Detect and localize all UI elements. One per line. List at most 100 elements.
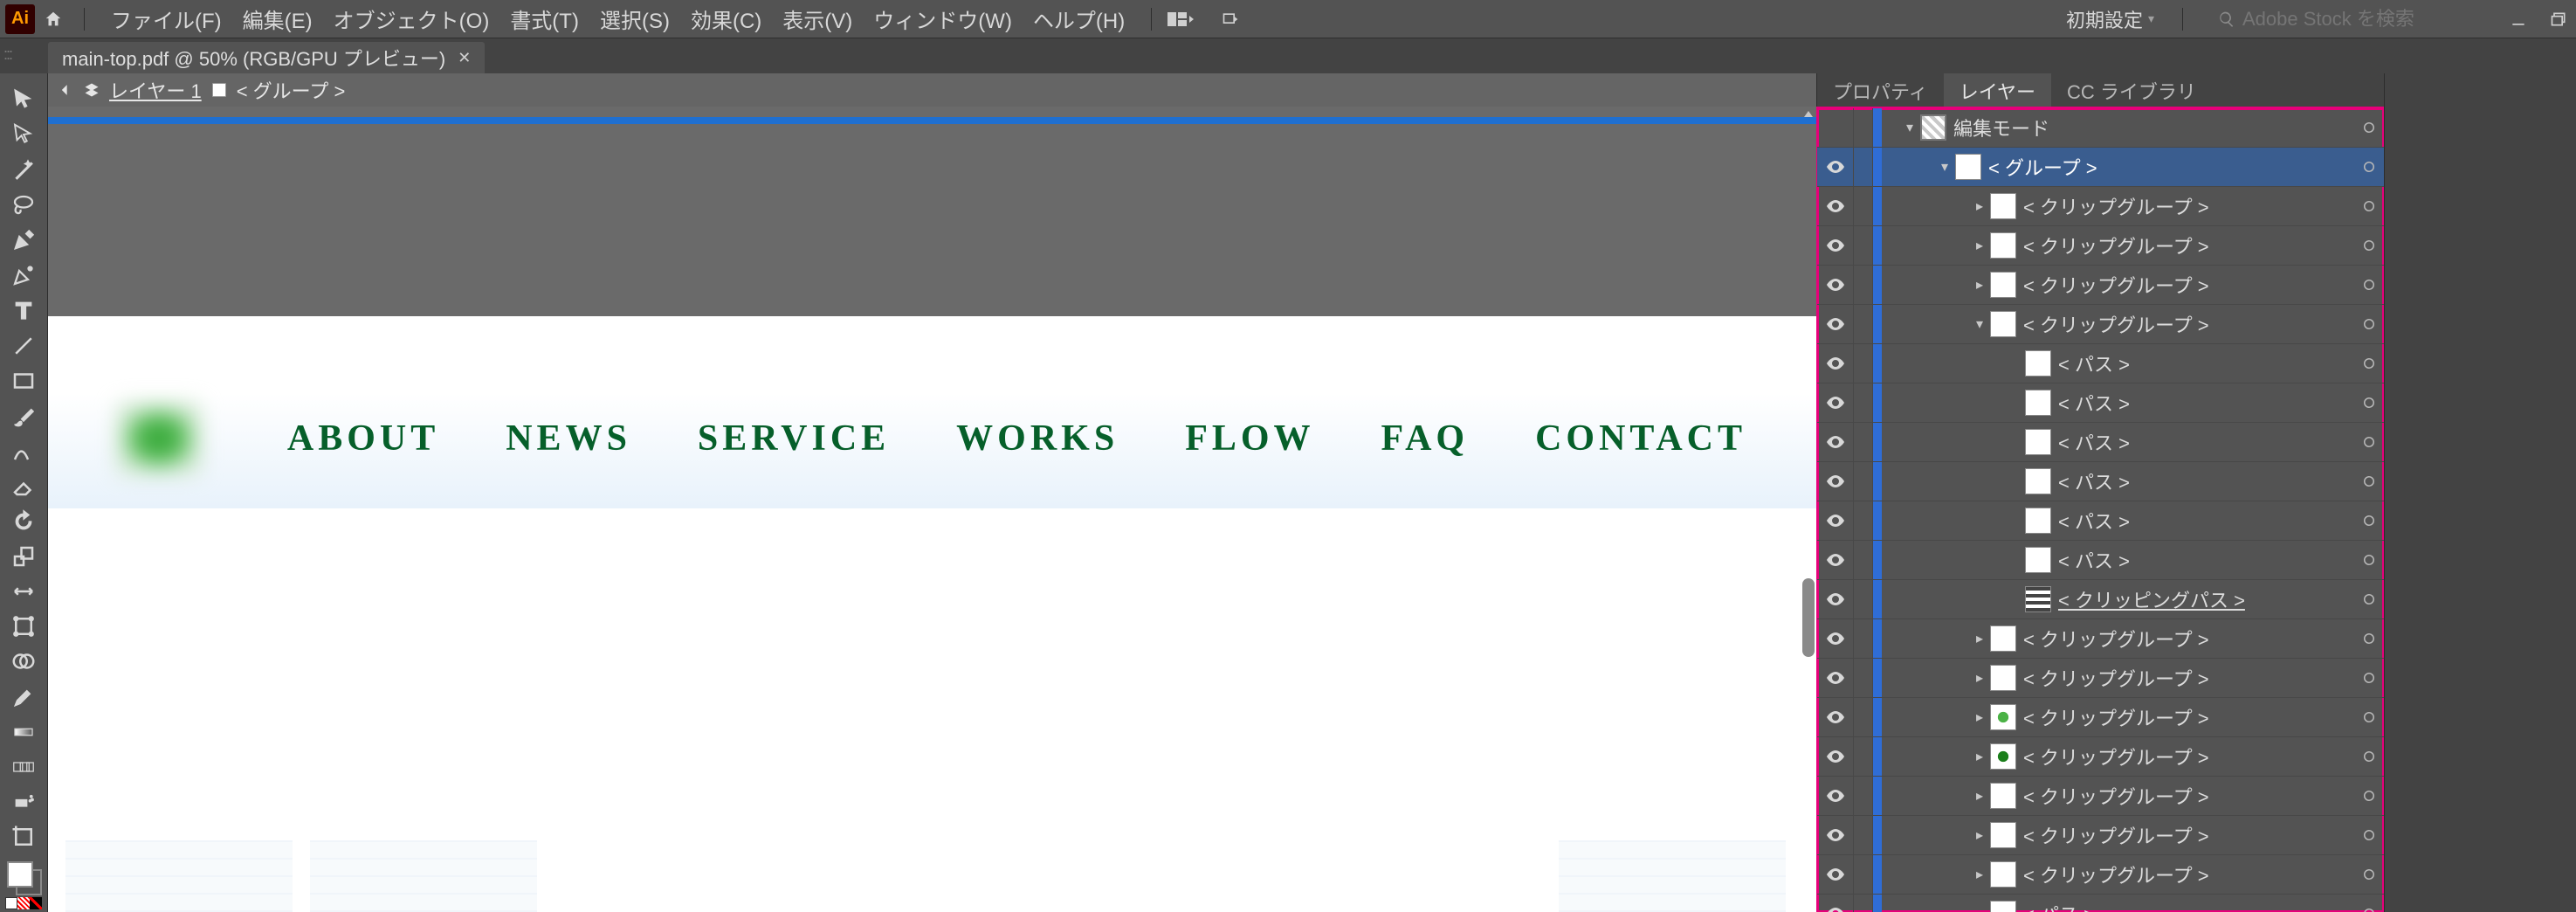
lock-toggle[interactable] — [1854, 501, 1873, 541]
target-icon[interactable] — [2354, 344, 2384, 383]
disclosure-triangle[interactable]: ▸ — [1969, 866, 1990, 883]
disclosure-triangle[interactable]: ▾ — [1934, 158, 1955, 176]
visibility-toggle[interactable] — [1817, 501, 1854, 541]
disclosure-triangle[interactable]: ▸ — [1969, 826, 1990, 844]
stock-search[interactable] — [2211, 4, 2490, 34]
visibility-toggle[interactable] — [1817, 777, 1854, 816]
layer-name[interactable]: < クリップグループ > — [2023, 782, 2354, 810]
layer-row[interactable]: < パス > — [1817, 383, 2384, 423]
layer-row[interactable]: ▸< クリップグループ > — [1817, 619, 2384, 659]
layer-name[interactable]: < グループ > — [1988, 153, 2354, 181]
layer-row[interactable]: < クリッピングパス > — [1817, 580, 2384, 619]
layer-thumbnail[interactable] — [2025, 508, 2051, 534]
layer-row[interactable]: < パス > — [1817, 344, 2384, 383]
visibility-toggle[interactable] — [1817, 895, 1854, 912]
line-segment-tool[interactable] — [3, 328, 45, 363]
target-icon[interactable] — [2354, 580, 2384, 619]
disclosure-triangle[interactable]: ▸ — [1969, 197, 1990, 215]
app-logo[interactable]: Ai — [5, 4, 35, 34]
target-icon[interactable] — [2354, 619, 2384, 659]
target-icon[interactable] — [2354, 659, 2384, 698]
rectangle-tool[interactable] — [3, 363, 45, 398]
layer-thumbnail[interactable] — [1990, 272, 2016, 298]
disclosure-triangle[interactable]: ▸ — [1969, 787, 1990, 805]
menu-item[interactable]: ヘルプ(H) — [1023, 0, 1135, 38]
lock-toggle[interactable] — [1854, 226, 1873, 266]
disclosure-triangle[interactable]: ▸ — [1969, 669, 1990, 687]
visibility-toggle[interactable] — [1817, 226, 1854, 266]
lock-toggle[interactable] — [1854, 383, 1873, 423]
gpu-preview-icon[interactable] — [1218, 7, 1243, 31]
scroll-up-icon[interactable] — [1801, 107, 1816, 122]
arrange-docs-icon[interactable] — [1167, 10, 1197, 28]
direct-selection-tool[interactable] — [3, 117, 45, 152]
layer-thumbnail[interactable] — [1990, 665, 2016, 691]
visibility-toggle[interactable] — [1817, 187, 1854, 226]
curvature-tool[interactable] — [3, 258, 45, 293]
layer-row[interactable]: ▸ < クリップグループ > — [1817, 659, 2384, 698]
visibility-toggle[interactable] — [1817, 383, 1854, 423]
color-mode-solid[interactable] — [5, 897, 17, 909]
lock-toggle[interactable] — [1854, 344, 1873, 383]
target-icon[interactable] — [2354, 816, 2384, 855]
toolbar-grip-icon[interactable]: ::: — [3, 45, 11, 64]
layer-name[interactable]: < パス > — [2023, 900, 2354, 912]
menu-item[interactable]: 選択(S) — [589, 0, 680, 38]
layer-row[interactable]: < パス > — [1817, 541, 2384, 580]
disclosure-triangle[interactable]: ▸ — [1969, 237, 1990, 254]
layer-thumbnail[interactable] — [1920, 114, 1946, 141]
layer-name[interactable]: < パス > — [2058, 428, 2354, 456]
rotate-tool[interactable] — [3, 503, 45, 538]
selection-tool[interactable] — [3, 82, 45, 117]
artboard[interactable]: ABOUTNEWSSERVICEWORKSFLOWFAQCONTACT phot… — [48, 316, 1816, 912]
target-icon[interactable] — [2354, 423, 2384, 462]
layer-thumbnail[interactable] — [1990, 704, 2016, 730]
scale-tool[interactable] — [3, 539, 45, 574]
layer-name[interactable]: < クリップグループ > — [2023, 271, 2354, 299]
menu-item[interactable]: 表示(V) — [772, 0, 863, 38]
layer-name[interactable]: < パス > — [2058, 389, 2354, 417]
layer-name[interactable]: < クリップグループ > — [2023, 310, 2354, 338]
layer-row[interactable]: ▾< クリップグループ > — [1817, 305, 2384, 344]
layer-thumbnail[interactable] — [1990, 311, 2016, 337]
layer-row[interactable]: ▸ < クリップグループ > — [1817, 187, 2384, 226]
layer-name[interactable]: < クリップグループ > — [2023, 664, 2354, 692]
layer-thumbnail[interactable] — [1990, 193, 2016, 219]
visibility-toggle[interactable] — [1817, 148, 1854, 187]
lock-toggle[interactable] — [1854, 737, 1873, 777]
layer-name[interactable]: < パス > — [2058, 349, 2354, 377]
layer-row[interactable]: ▾ < グループ > — [1817, 148, 2384, 187]
minimize-icon[interactable] — [2506, 7, 2531, 31]
visibility-toggle[interactable] — [1817, 423, 1854, 462]
layer-thumbnail[interactable] — [1990, 625, 2016, 652]
isolation-back-icon[interactable] — [57, 81, 74, 99]
type-tool[interactable] — [3, 293, 45, 328]
menu-item[interactable]: 書式(T) — [499, 0, 589, 38]
layer-thumbnail[interactable] — [2025, 350, 2051, 377]
target-icon[interactable] — [2354, 895, 2384, 912]
layer-thumbnail[interactable] — [2025, 429, 2051, 455]
layer-row[interactable]: ▸< クリップグループ > — [1817, 855, 2384, 895]
layer-name[interactable]: < パス > — [2058, 467, 2354, 495]
visibility-toggle[interactable] — [1817, 541, 1854, 580]
canvas[interactable]: ABOUTNEWSSERVICEWORKSFLOWFAQCONTACT phot… — [48, 107, 1816, 912]
lock-toggle[interactable] — [1854, 423, 1873, 462]
visibility-toggle[interactable] — [1817, 108, 1854, 148]
layer-name[interactable]: < クリップグループ > — [2023, 192, 2354, 220]
visibility-toggle[interactable] — [1817, 619, 1854, 659]
target-icon[interactable] — [2354, 187, 2384, 226]
target-icon[interactable] — [2354, 501, 2384, 541]
layer-thumbnail[interactable] — [1990, 743, 2016, 770]
disclosure-triangle[interactable]: ▸ — [1969, 708, 1990, 726]
disclosure-triangle[interactable]: ▸ — [1969, 276, 1990, 294]
layer-thumbnail[interactable] — [1990, 861, 2016, 888]
workspace-switcher[interactable]: 初期設定 ▾ — [2066, 5, 2154, 33]
magic-wand-tool[interactable] — [3, 152, 45, 187]
lock-toggle[interactable] — [1854, 816, 1873, 855]
layer-row[interactable]: ▾編集モード — [1817, 108, 2384, 148]
menu-item[interactable]: ウィンドウ(W) — [863, 0, 1023, 38]
blend-tool[interactable] — [3, 750, 45, 784]
layers-tree[interactable]: ▾編集モード▾< グループ >▸< クリップグループ >▸< クリップグループ … — [1817, 108, 2384, 912]
layer-name[interactable]: 編集モード — [1953, 114, 2354, 142]
vertical-scrollbar[interactable] — [1802, 578, 1815, 657]
